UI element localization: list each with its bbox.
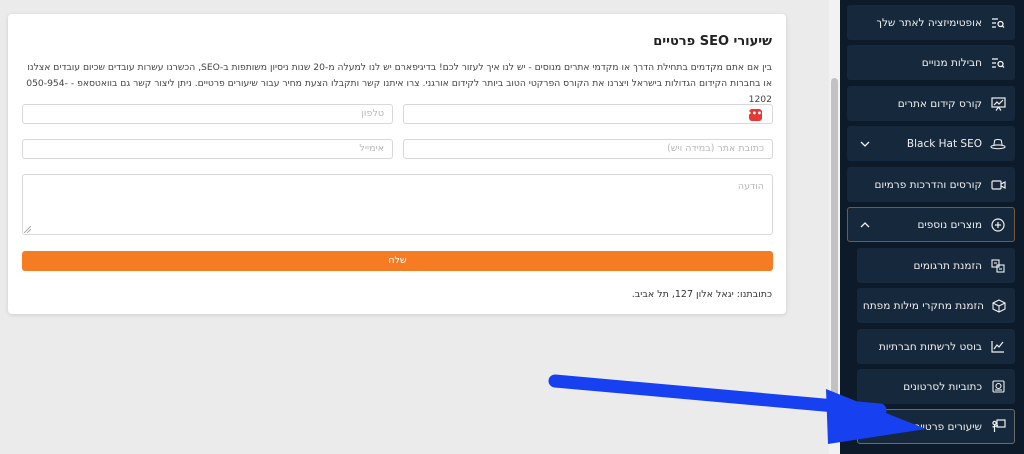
send-button[interactable]: שלח xyxy=(22,251,773,271)
sidebar-item-label: Black Hat SEO xyxy=(906,137,982,150)
message-textarea[interactable]: הודעה xyxy=(22,174,773,235)
sidebar-item-black-hat-seo[interactable]: Black Hat SEO xyxy=(847,126,1015,161)
teacher-icon xyxy=(990,419,1006,435)
sidebar-item-label: אופטימיזציה לאתר שלך xyxy=(876,16,982,29)
sidebar-item-label: חבילות מנויים xyxy=(921,56,982,69)
sidebar-item-label: קורסים והדרכות פרמיום xyxy=(874,178,982,191)
password-manager-badge[interactable]: ••• xyxy=(747,109,762,121)
sidebar-item-premium-courses[interactable]: קורסים והדרכות פרמיום xyxy=(847,167,1015,202)
video-icon xyxy=(990,177,1006,193)
page-scrollbar[interactable] xyxy=(829,0,840,454)
scrollbar-thumb[interactable] xyxy=(831,78,838,440)
sidebar-item-label: בוסט לרשתות חברתיות xyxy=(878,340,982,353)
sidebar-item-label: קורס קידום אתרים xyxy=(897,97,982,110)
resize-handle-icon[interactable] xyxy=(24,226,31,233)
search-list-icon xyxy=(990,15,1006,31)
phone-input[interactable]: טלפון xyxy=(22,104,393,124)
website-placeholder: כתובת אתר (במידה ויש) xyxy=(667,143,764,154)
sidebar-item-label: מוצרים נוספים xyxy=(917,218,982,231)
sidebar-item-label: שיעורים פרטיים xyxy=(913,420,982,433)
sidebar-item-seo-course[interactable]: קורס קידום אתרים xyxy=(847,86,1015,121)
page-description: בין אם אתם מקדמים בתחילת הדרך או מקדמי א… xyxy=(26,62,772,105)
subtitles-icon xyxy=(990,379,1006,395)
phone-placeholder: טלפון xyxy=(361,108,384,119)
chevron-down-icon[interactable] xyxy=(858,137,872,151)
plus-circle-icon xyxy=(990,217,1006,233)
sidebar-item-label: הזמנת תרגומים xyxy=(913,259,982,272)
sidebar-item-label: הזמנת מחקרי מילות מפתח xyxy=(862,299,984,312)
sidebar-subitem-video-subtitles[interactable]: כתוביות לסרטונים xyxy=(857,369,1015,404)
message-placeholder: הודעה xyxy=(737,181,764,192)
contact-card: שיעורי SEO פרטיים בין אם אתם מקדמים בתחי… xyxy=(8,14,786,314)
sidebar-item-site-optimization[interactable]: אופטימיזציה לאתר שלך xyxy=(847,5,1015,40)
hat-icon xyxy=(990,136,1006,152)
website-input[interactable]: כתובת אתר (במידה ויש) xyxy=(403,139,773,159)
translate-icon xyxy=(990,258,1006,274)
chevron-up-icon[interactable] xyxy=(858,218,872,232)
address-text: כתובתנו: יגאל אלון 127, תל אביב. xyxy=(631,289,772,300)
sidebar-menu: אופטימיזציה לאתר שלך חבילות מנויים קורס … xyxy=(840,0,1024,454)
sidebar-subitem-translations[interactable]: הזמנת תרגומים xyxy=(857,248,1015,283)
page-title: שיעורי SEO פרטיים xyxy=(653,34,772,49)
sidebar-item-label: כתוביות לסרטונים xyxy=(903,380,982,393)
sidebar-item-additional-products[interactable]: מוצרים נוספים xyxy=(847,207,1015,242)
sidebar-subitem-private-lessons[interactable]: שיעורים פרטיים xyxy=(857,409,1015,444)
email-input[interactable]: אימייל xyxy=(22,139,393,159)
email-placeholder: אימייל xyxy=(359,143,384,154)
sidebar-subitem-keyword-research[interactable]: הזמנת מחקרי מילות מפתח xyxy=(857,288,1015,323)
name-input[interactable]: ••• xyxy=(403,104,773,124)
presentation-icon xyxy=(990,96,1006,112)
chart-line-icon xyxy=(990,339,1006,355)
search-list-icon xyxy=(990,55,1006,71)
sidebar-item-subscription-packages[interactable]: חבילות מנויים xyxy=(847,45,1015,80)
box-icon xyxy=(992,298,1006,314)
sidebar-subitem-social-boost[interactable]: בוסט לרשתות חברתיות xyxy=(857,329,1015,364)
